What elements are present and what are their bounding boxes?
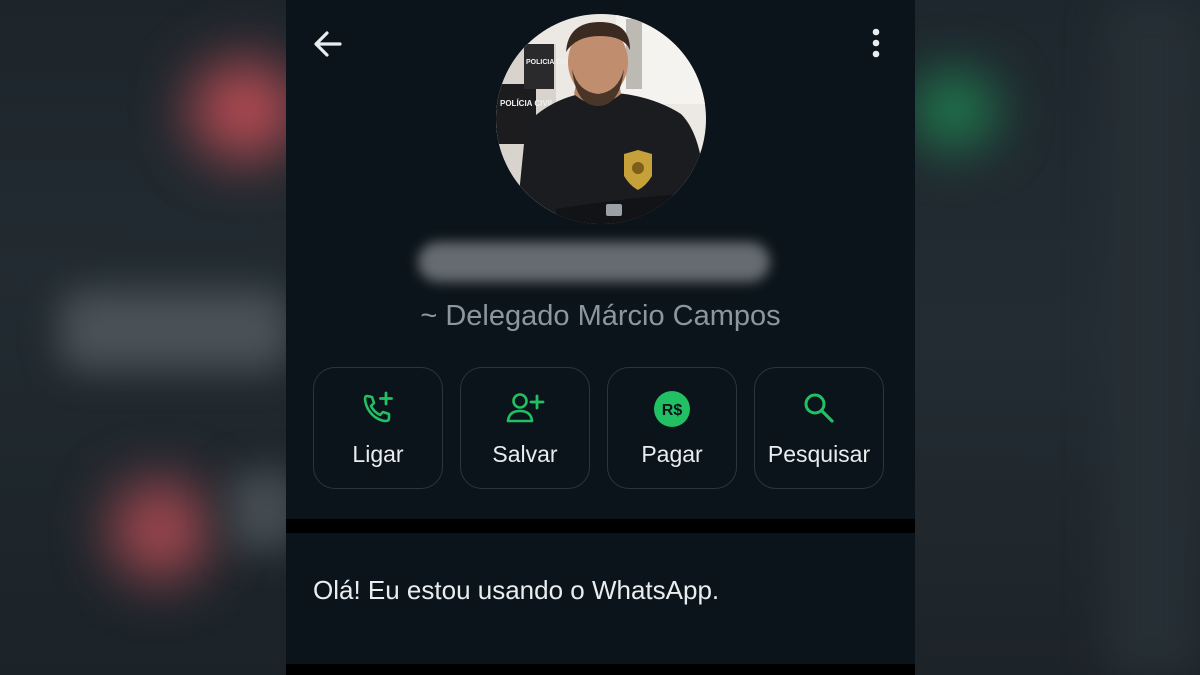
save-contact-label: Salvar — [492, 441, 558, 467]
contact-name-redacted — [418, 242, 770, 282]
pay-button-label: Pagar — [641, 441, 703, 467]
blurred-background-left — [0, 0, 286, 675]
backdrop-text: POLICIA CIVIL — [526, 59, 575, 66]
blurred-background-right — [914, 0, 1200, 675]
call-button-label: Ligar — [352, 441, 404, 467]
blurred-bar — [60, 290, 286, 370]
action-buttons: Ligar Salvar R$ Pagar Pesquisar — [313, 367, 888, 491]
blurred-red-shape — [190, 60, 286, 160]
section-divider — [286, 664, 915, 675]
call-button[interactable]: Ligar — [313, 367, 443, 489]
payment-icon-text: R$ — [662, 402, 683, 419]
phone-plus-icon — [314, 390, 442, 426]
contact-subtitle: ~ Delegado Márcio Campos — [420, 300, 781, 332]
blurred-red-shape — [110, 480, 210, 580]
more-options-icon[interactable] — [864, 26, 888, 62]
contact-info-screen: POLÍCIA CIVIL POLICIA CIVIL ~ Delegado M… — [286, 0, 915, 675]
backdrop-text: POLÍCIA CIVIL — [500, 99, 555, 108]
search-button-label: Pesquisar — [767, 441, 871, 467]
add-user-icon — [461, 390, 589, 426]
search-icon — [755, 390, 883, 426]
search-button[interactable]: Pesquisar — [754, 367, 884, 489]
pay-button[interactable]: R$ Pagar — [607, 367, 737, 489]
save-contact-button[interactable]: Salvar — [460, 367, 590, 489]
blurred-green-shape — [914, 75, 994, 145]
profile-photo[interactable]: POLÍCIA CIVIL POLICIA CIVIL — [496, 14, 706, 224]
payment-icon: R$ — [608, 390, 736, 427]
about-status-text[interactable]: Olá! Eu estou usando o WhatsApp. — [313, 575, 719, 606]
section-divider — [286, 519, 915, 533]
back-arrow-icon[interactable] — [310, 26, 346, 62]
blurred-bar — [230, 470, 286, 550]
blurred-bar — [1104, 0, 1200, 675]
